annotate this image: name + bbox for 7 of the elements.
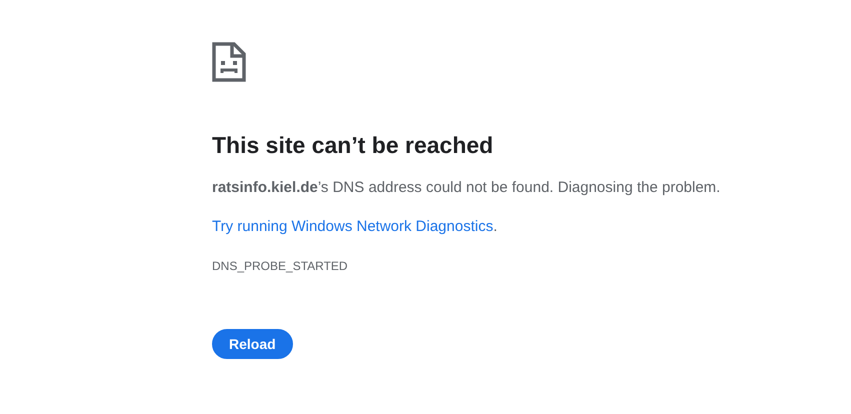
error-code: DNS_PROBE_STARTED (212, 258, 349, 275)
reload-button[interactable]: Reload (212, 329, 293, 359)
error-message: ratsinfo.kiel.de’s DNS address could not be found. Diagnosing the problem. (212, 178, 722, 198)
sentence-period: . (493, 218, 498, 235)
diagnostics-link[interactable]: Try running Windows Network Diagnostics (212, 218, 494, 235)
sad-document-icon (212, 42, 246, 82)
error-heading: This site can’t be reached (212, 131, 494, 160)
